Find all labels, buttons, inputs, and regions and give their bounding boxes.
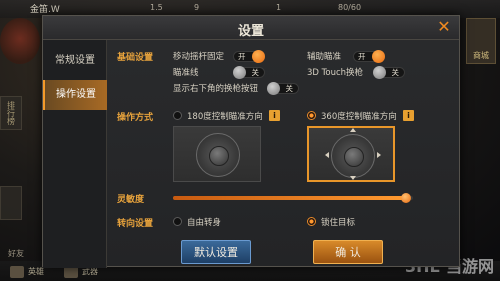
option-180-label: 180度控制瞄准方向 bbox=[187, 112, 263, 122]
control-method-label: 操作方式 bbox=[117, 113, 154, 123]
default-settings-button[interactable]: 默认设置 bbox=[181, 240, 251, 264]
arrow-up-icon bbox=[350, 128, 356, 132]
arrow-right-icon bbox=[377, 152, 381, 158]
free-turn-label: 自由转身 bbox=[187, 218, 222, 228]
tab-general-settings[interactable]: 常规设置 bbox=[43, 46, 107, 76]
joystick-fixed-label: 移动摇杆固定 bbox=[173, 52, 225, 62]
toggle-knob bbox=[252, 50, 265, 63]
toggle-knob bbox=[372, 50, 385, 63]
leaderboard-button[interactable]: 排行榜 bbox=[0, 96, 22, 130]
bottom-right-button-toggle[interactable]: 关 bbox=[267, 82, 299, 95]
turn-settings-label: 转向设置 bbox=[117, 219, 154, 229]
joystick-180-preview[interactable] bbox=[173, 126, 261, 182]
sensitivity-label: 灵敏度 bbox=[117, 195, 145, 205]
aim-assist-state: 开 bbox=[358, 52, 366, 61]
settings-tabs: 常规设置 操作设置 bbox=[43, 40, 107, 268]
hero-tab[interactable]: 英雄 bbox=[28, 266, 44, 277]
settings-dialog: 设置 ✕ 常规设置 操作设置 基础设置 移动摇杆固定 开 辅助瞄准 开 瞄准线 bbox=[42, 15, 461, 268]
radio-free-turn[interactable] bbox=[173, 217, 182, 226]
sensitivity-fill bbox=[173, 196, 406, 200]
joystick-360-preview[interactable] bbox=[307, 126, 395, 182]
energy-count: 80/60 bbox=[338, 3, 362, 12]
control-settings-panel: 基础设置 移动摇杆固定 开 辅助瞄准 开 瞄准线 关 3D Touch换枪 关 … bbox=[107, 40, 461, 268]
hero-icon bbox=[10, 266, 24, 278]
toggle-knob bbox=[373, 66, 386, 79]
joystick-fixed-state: 开 bbox=[238, 52, 246, 61]
crosshair-toggle[interactable]: 关 bbox=[233, 66, 265, 79]
joystick-ring-icon bbox=[196, 133, 240, 177]
crosshair-state: 关 bbox=[251, 68, 260, 77]
3d-touch-state: 关 bbox=[391, 68, 400, 77]
rank-emblem-icon bbox=[0, 18, 40, 64]
crosshair-label: 瞄准线 bbox=[173, 68, 199, 78]
bottom-right-button-state: 关 bbox=[285, 84, 294, 93]
info-icon[interactable]: i bbox=[269, 110, 280, 121]
game-screen: 金笛.W 1.5 9 1 80/60 排行榜 商城 好友 英雄 武器 3HE 当… bbox=[0, 0, 500, 281]
friends-label: 好友 bbox=[8, 249, 24, 258]
3d-touch-label: 3D Touch换枪 bbox=[307, 68, 364, 78]
leaderboard-label: 排行榜 bbox=[6, 101, 16, 125]
lock-target-label: 锁住目标 bbox=[321, 218, 356, 228]
basic-settings-label: 基础设置 bbox=[117, 53, 154, 63]
tab-control-settings[interactable]: 操作设置 bbox=[43, 80, 107, 110]
hud-stat-3: 1 bbox=[276, 3, 282, 12]
joystick-fixed-toggle[interactable]: 开 bbox=[233, 50, 265, 63]
3d-touch-toggle[interactable]: 关 bbox=[373, 66, 405, 79]
close-icon[interactable]: ✕ bbox=[435, 18, 453, 36]
hud-stat-1: 1.5 bbox=[150, 3, 163, 12]
bottom-right-button-label: 显示右下角的换枪按钮 bbox=[173, 84, 259, 94]
joystick-ring-icon bbox=[331, 134, 375, 178]
sensitivity-slider[interactable] bbox=[173, 193, 413, 203]
radio-360[interactable] bbox=[307, 111, 316, 120]
arrow-down-icon bbox=[350, 176, 356, 180]
hud-stat-2: 9 bbox=[194, 3, 200, 12]
toggle-knob bbox=[267, 82, 280, 95]
arrow-left-icon bbox=[325, 152, 329, 158]
option-360-label: 360度控制瞄准方向 bbox=[321, 112, 397, 122]
confirm-button[interactable]: 确 认 bbox=[313, 240, 383, 264]
sensitivity-handle[interactable] bbox=[400, 193, 411, 203]
shop-label: 商城 bbox=[473, 51, 489, 60]
aim-assist-label: 辅助瞄准 bbox=[307, 52, 342, 62]
player-name: 金笛.W bbox=[30, 5, 60, 15]
toggle-knob bbox=[233, 66, 246, 79]
radio-180[interactable] bbox=[173, 111, 182, 120]
shop-button[interactable]: 商城 bbox=[466, 18, 496, 64]
info-icon[interactable]: i bbox=[403, 110, 414, 121]
dialog-title: 设置 bbox=[237, 24, 264, 39]
radio-lock-target[interactable] bbox=[307, 217, 316, 226]
aim-assist-toggle[interactable]: 开 bbox=[353, 50, 385, 63]
joystick-knob-icon bbox=[344, 147, 364, 167]
joystick-knob-icon bbox=[209, 146, 229, 166]
dialog-title-bar: 设置 ✕ bbox=[43, 16, 459, 40]
side-button-2[interactable] bbox=[0, 186, 22, 220]
